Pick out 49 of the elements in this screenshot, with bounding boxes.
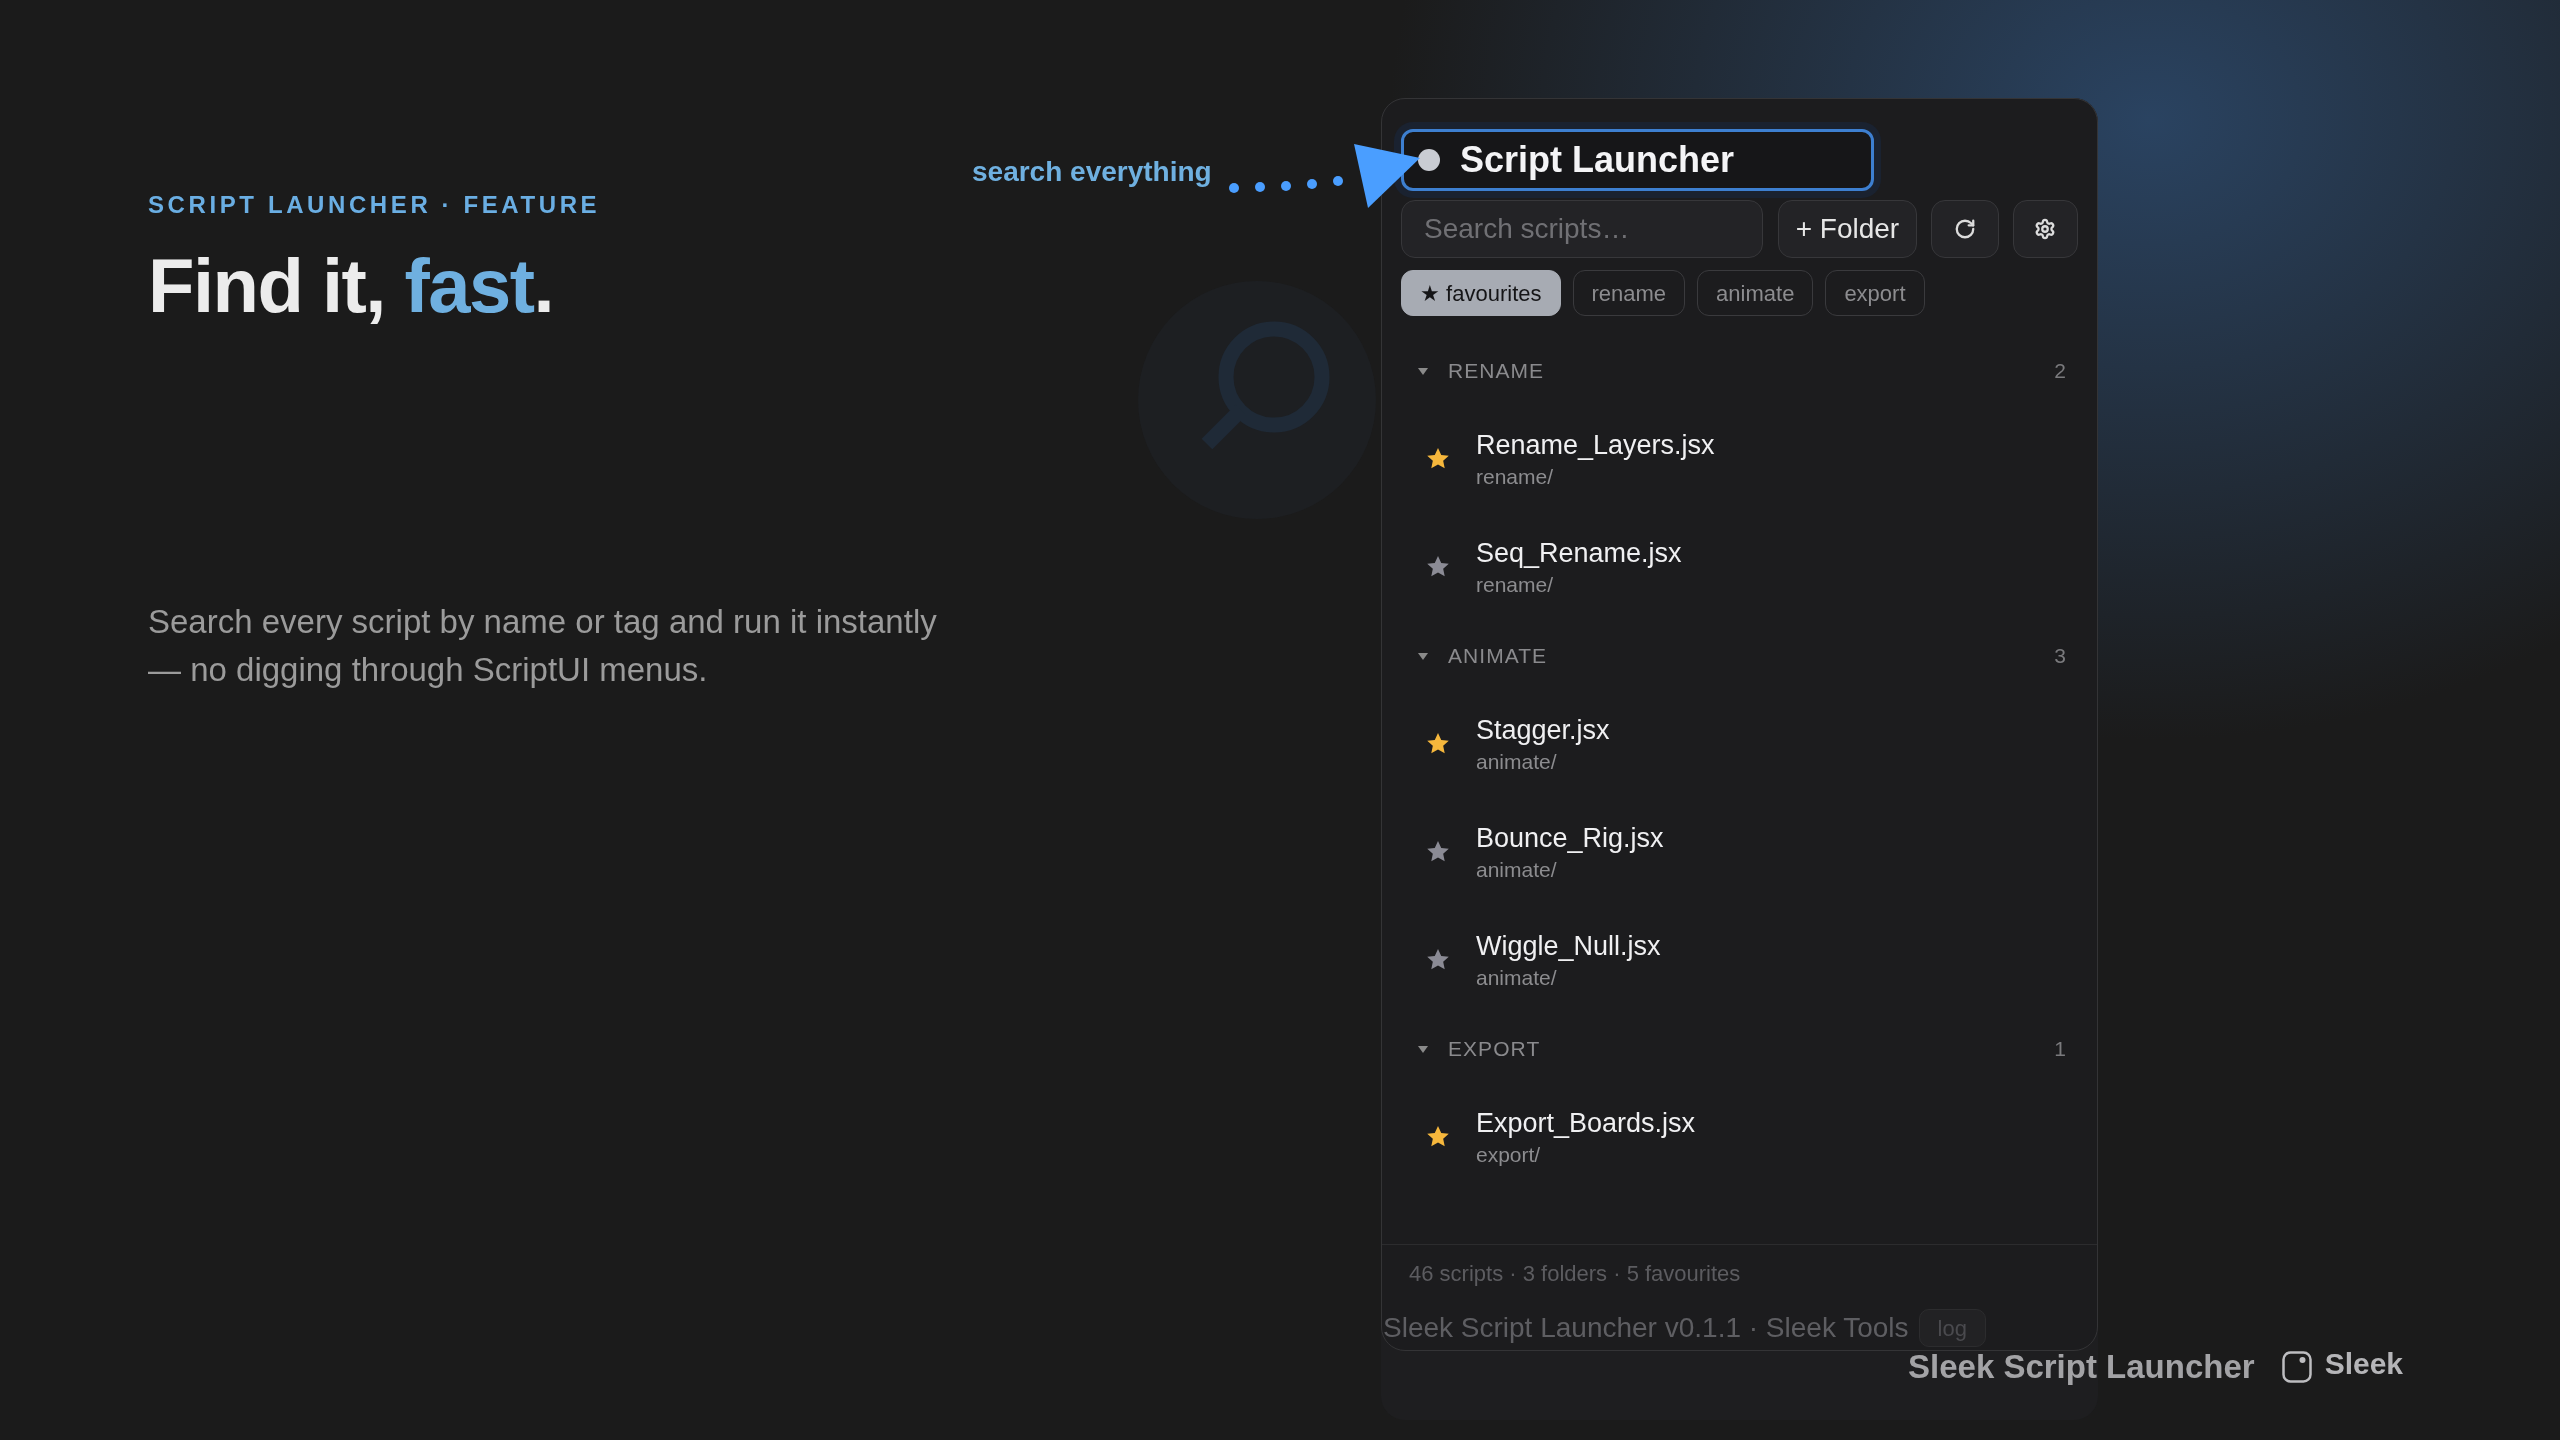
refresh-icon bbox=[1953, 218, 1976, 240]
star-icon[interactable] bbox=[1427, 840, 1449, 862]
filter-chip[interactable]: export bbox=[1825, 270, 1925, 316]
caret-icon[interactable] bbox=[1418, 367, 1428, 375]
refresh-button[interactable] bbox=[1930, 200, 1999, 258]
script-path: animate/ bbox=[1476, 748, 1557, 775]
script-name[interactable]: Bounce_Rig.jsx bbox=[1476, 819, 1664, 856]
dot-icon bbox=[1418, 149, 1440, 171]
script-name[interactable]: Export_Boards.jsx bbox=[1476, 1104, 1696, 1141]
group-label[interactable]: EXPORT bbox=[1448, 1033, 1541, 1065]
star-icon[interactable] bbox=[1427, 948, 1449, 970]
script-path: animate/ bbox=[1476, 964, 1557, 991]
callout-label: search everything bbox=[972, 158, 1212, 186]
script-name[interactable]: Rename_Layers.jsx bbox=[1476, 426, 1715, 463]
app-title: Script Launcher bbox=[1460, 142, 1735, 178]
search-icon bbox=[1137, 280, 1377, 520]
filter-chip[interactable]: animate bbox=[1697, 270, 1814, 316]
settings-icon bbox=[2034, 218, 2057, 240]
star-icon[interactable] bbox=[1427, 732, 1449, 754]
logo-icon bbox=[2281, 1350, 2312, 1383]
star-icon[interactable] bbox=[1427, 1125, 1449, 1147]
search-field[interactable]: Search scripts… bbox=[1401, 200, 1763, 258]
script-path: export/ bbox=[1476, 1141, 1541, 1168]
filter-chip[interactable]: rename bbox=[1572, 270, 1686, 316]
group-count: 3 bbox=[2054, 643, 2066, 670]
eyebrow-label: SCRIPT LAUNCHER · FEATURE bbox=[148, 190, 601, 219]
script-name[interactable]: Wiggle_Null.jsx bbox=[1476, 927, 1661, 964]
group-count: 1 bbox=[2054, 1036, 2066, 1063]
caret-icon[interactable] bbox=[1418, 652, 1428, 660]
folder-button[interactable]: + Folder bbox=[1778, 200, 1917, 258]
headline: Find it, fast. bbox=[148, 248, 554, 324]
script-name[interactable]: Stagger.jsx bbox=[1476, 711, 1610, 748]
group-count: 2 bbox=[2054, 358, 2066, 385]
group-label[interactable]: RENAME bbox=[1448, 355, 1545, 387]
brand-logo-text: Sleek bbox=[2324, 1348, 2404, 1379]
script-name[interactable]: Seq_Rename.jsx bbox=[1476, 534, 1682, 571]
group-label[interactable]: ANIMATE bbox=[1448, 640, 1548, 672]
script-path: animate/ bbox=[1476, 856, 1557, 883]
star-icon[interactable] bbox=[1427, 555, 1449, 577]
script-path: rename/ bbox=[1476, 463, 1554, 490]
credit-text: Sleek Script Launcher v0.1.1 · Sleek Tools bbox=[1383, 1311, 1909, 1345]
settings-button[interactable] bbox=[2012, 200, 2078, 258]
brand-product: Sleek Script Launcher bbox=[1908, 1350, 2255, 1383]
description-text: Search every script by name or tag and run it instantly — no digging through ScriptUI menus. bbox=[148, 602, 938, 690]
status-text: 46 scripts · 3 folders · 5 favourites bbox=[1409, 1260, 1741, 1288]
filter-chip[interactable]: ★ favourites bbox=[1401, 270, 1561, 316]
script-path: rename/ bbox=[1476, 571, 1554, 598]
caret-icon[interactable] bbox=[1418, 1045, 1428, 1053]
star-icon[interactable] bbox=[1427, 447, 1449, 469]
